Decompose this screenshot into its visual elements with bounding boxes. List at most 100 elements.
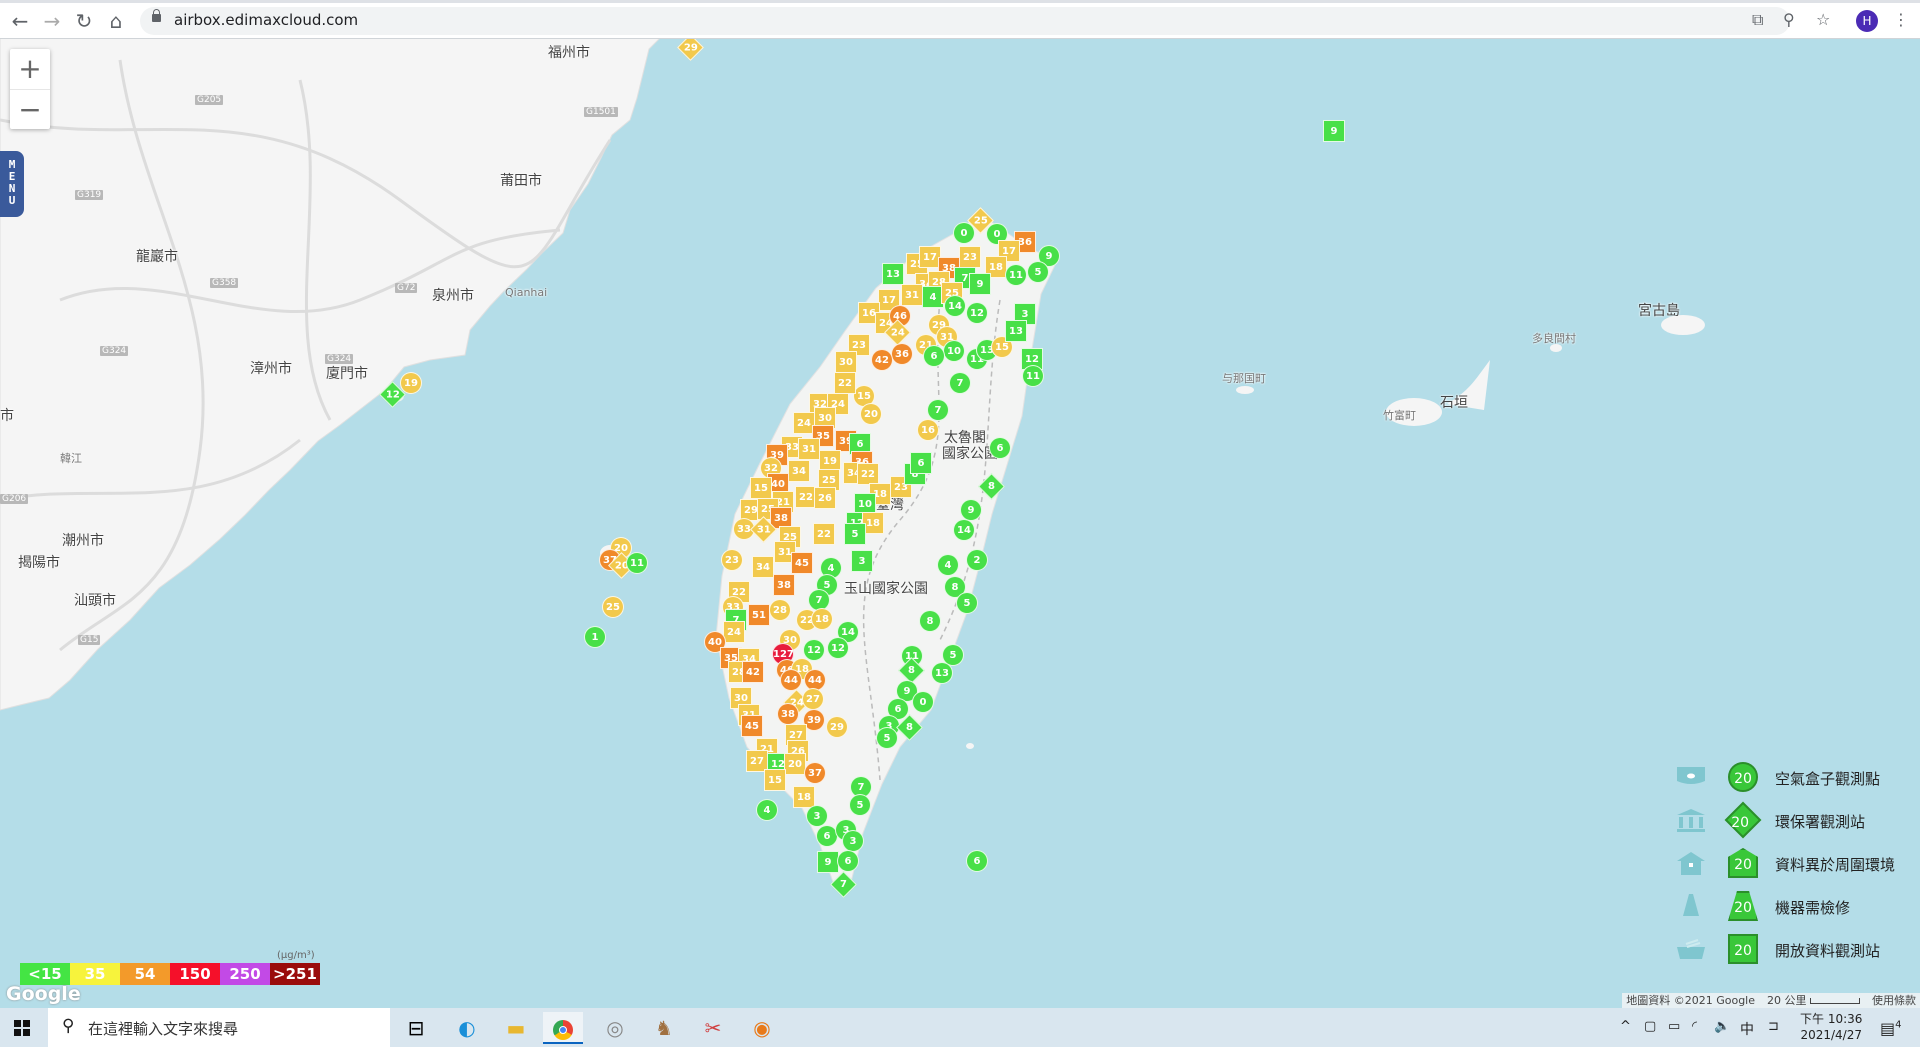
sensor-marker-circle[interactable]: 6	[966, 850, 988, 872]
sensor-marker-square[interactable]: 31	[901, 284, 923, 306]
sensor-marker-circle[interactable]: 7	[927, 399, 949, 421]
more-menu-icon[interactable]: ⋮	[1893, 10, 1909, 29]
sensor-marker-circle[interactable]: 42	[871, 349, 893, 371]
chrome-icon[interactable]	[543, 1012, 583, 1044]
sensor-marker-circle[interactable]: 29	[826, 716, 848, 738]
back-icon[interactable]: ←	[8, 9, 32, 33]
app-gimp-icon[interactable]: ♞	[644, 1012, 684, 1044]
sensor-marker-circle[interactable]: 14	[944, 295, 966, 317]
sensor-marker-circle[interactable]: 3	[842, 830, 864, 852]
notification-center-icon[interactable]: ▤4	[1880, 1019, 1902, 1038]
terms-link[interactable]: 使用條款	[1872, 993, 1916, 1008]
sensor-marker-square[interactable]: 34	[788, 460, 810, 482]
sensor-marker-circle[interactable]: 12	[803, 639, 825, 661]
sensor-marker-square[interactable]: 51	[748, 604, 770, 626]
sensor-marker-circle[interactable]: 11	[1005, 264, 1027, 286]
sensor-marker-square[interactable]: 23	[959, 246, 981, 268]
sensor-marker-circle[interactable]: 36	[891, 343, 913, 365]
meet-now-icon[interactable]: ▢	[1644, 1019, 1656, 1034]
sensor-marker-circle[interactable]: 37	[804, 762, 826, 784]
sensor-marker-square[interactable]: 15	[750, 477, 772, 499]
sensor-marker-circle[interactable]: 8	[919, 610, 941, 632]
sensor-marker-square[interactable]: 22	[834, 372, 856, 394]
sensor-marker-circle[interactable]: 6	[923, 345, 945, 367]
sensor-marker-circle[interactable]: 27	[802, 688, 824, 710]
sensor-marker-circle[interactable]: 23	[721, 549, 743, 571]
sensor-marker-square[interactable]: 30	[835, 351, 857, 373]
sensor-marker-square[interactable]: 38	[773, 574, 795, 596]
sensor-marker-circle[interactable]: 38	[777, 703, 799, 725]
forward-icon[interactable]: →	[40, 9, 64, 33]
snipping-tool-icon[interactable]: ✂	[693, 1012, 733, 1044]
address-bar[interactable]: airbox.edimaxcloud.com	[140, 7, 1790, 35]
sensor-marker-circle[interactable]: 4	[937, 554, 959, 576]
volume-icon[interactable]: 🔈	[1714, 1019, 1730, 1034]
zoom-icon[interactable]: ⚲	[1783, 10, 1795, 29]
ime-indicator[interactable]: 中	[1740, 1019, 1754, 1039]
app-compass-icon[interactable]: ◎	[595, 1012, 635, 1044]
sensor-marker-circle[interactable]: 6	[837, 850, 859, 872]
sensor-marker-square[interactable]: 13	[882, 263, 904, 285]
zoom-in-button[interactable]: +	[10, 49, 50, 89]
sensor-marker-circle[interactable]: 5	[849, 794, 871, 816]
sensor-marker-square[interactable]: 6	[910, 452, 932, 474]
sensor-marker-square[interactable]: 22	[813, 523, 835, 545]
sensor-marker-square[interactable]: 22	[857, 463, 879, 485]
sensor-marker-square[interactable]: 18	[793, 786, 815, 808]
sensor-marker-circle[interactable]: 5	[1027, 261, 1049, 283]
sensor-marker-circle[interactable]: 6	[989, 437, 1011, 459]
sensor-marker-square[interactable]: 3	[851, 550, 873, 572]
sensor-marker-square[interactable]: 20	[784, 753, 806, 775]
sensor-marker-circle[interactable]: 7	[949, 372, 971, 394]
clock[interactable]: 下午 10:36 2021/4/27	[1800, 1011, 1862, 1043]
edge-icon[interactable]: ◐	[447, 1012, 487, 1044]
sensor-marker-circle[interactable]: 25	[602, 596, 624, 618]
sensor-marker-square[interactable]: 45	[741, 715, 763, 737]
sensor-marker-circle[interactable]: 11	[626, 552, 648, 574]
task-view-icon[interactable]: ⊟	[396, 1012, 436, 1044]
sensor-marker-square[interactable]: 45	[791, 552, 813, 574]
tray-expand-icon[interactable]: ^	[1620, 1019, 1631, 1034]
zoom-out-button[interactable]: −	[10, 89, 50, 129]
sensor-marker-circle[interactable]: 2	[966, 549, 988, 571]
home-icon[interactable]: ⌂	[104, 9, 128, 33]
map-data-credit[interactable]: 地圖資料 ©2021 Google	[1626, 993, 1755, 1008]
taskbar-search-box[interactable]: ⚲ 在這裡輸入文字來搜尋	[48, 1008, 390, 1047]
translate-icon[interactable]: ⧉	[1752, 10, 1763, 30]
sensor-marker-circle[interactable]: 0	[912, 691, 934, 713]
input-mode-icon[interactable]: ⊐	[1768, 1019, 1779, 1034]
sensor-marker-circle[interactable]: 1	[584, 626, 606, 648]
map-canvas[interactable]: 福州市 莆田市 龍巖市 泉州市 漳州市 廈門市 潮州市 揭陽市 汕頭市 宮古島 多良間村 与那国町 竹富…	[0, 39, 1920, 1008]
sensor-marker-circle[interactable]: 11	[1022, 365, 1044, 387]
sensor-marker-square[interactable]: 42	[742, 661, 764, 683]
sensor-marker-circle[interactable]: 3	[806, 805, 828, 827]
bookmark-star-icon[interactable]: ☆	[1816, 10, 1830, 29]
menu-button[interactable]: MENU	[0, 151, 24, 217]
sensor-marker-square[interactable]: 9	[969, 273, 991, 295]
sensor-marker-circle[interactable]: 9	[960, 499, 982, 521]
reload-icon[interactable]: ↻	[72, 9, 96, 33]
sensor-marker-circle[interactable]: 5	[956, 592, 978, 614]
sensor-marker-circle[interactable]: 13	[931, 662, 953, 684]
sensor-marker-circle[interactable]: 10	[943, 340, 965, 362]
sensor-marker-circle[interactable]: 20	[860, 403, 882, 425]
sensor-marker-circle[interactable]: 16	[917, 419, 939, 441]
file-explorer-icon[interactable]: ▬	[496, 1012, 536, 1044]
sensor-marker-circle[interactable]: 4	[756, 799, 778, 821]
sensor-marker-square[interactable]: 31	[798, 438, 820, 460]
profile-avatar[interactable]: H	[1856, 10, 1878, 32]
sensor-marker-circle[interactable]: 5	[876, 727, 898, 749]
sensor-marker-circle[interactable]: 14	[953, 519, 975, 541]
sensor-marker-circle[interactable]: 44	[780, 669, 802, 691]
sensor-marker-square[interactable]: 24	[723, 621, 745, 643]
sensor-marker-square[interactable]: 15	[764, 769, 786, 791]
sensor-marker-circle[interactable]: 12	[827, 637, 849, 659]
sensor-marker-circle[interactable]: 19	[400, 372, 422, 394]
sensor-marker-square[interactable]: 34	[752, 556, 774, 578]
blender-icon[interactable]: ◉	[742, 1012, 782, 1044]
sensor-marker-square[interactable]: 13	[1005, 320, 1027, 342]
sensor-marker-square[interactable]: 9	[817, 851, 839, 873]
battery-icon[interactable]: ▭	[1668, 1019, 1680, 1034]
sensor-marker-square[interactable]: 26	[814, 487, 836, 509]
windows-start-icon[interactable]	[14, 1020, 30, 1036]
